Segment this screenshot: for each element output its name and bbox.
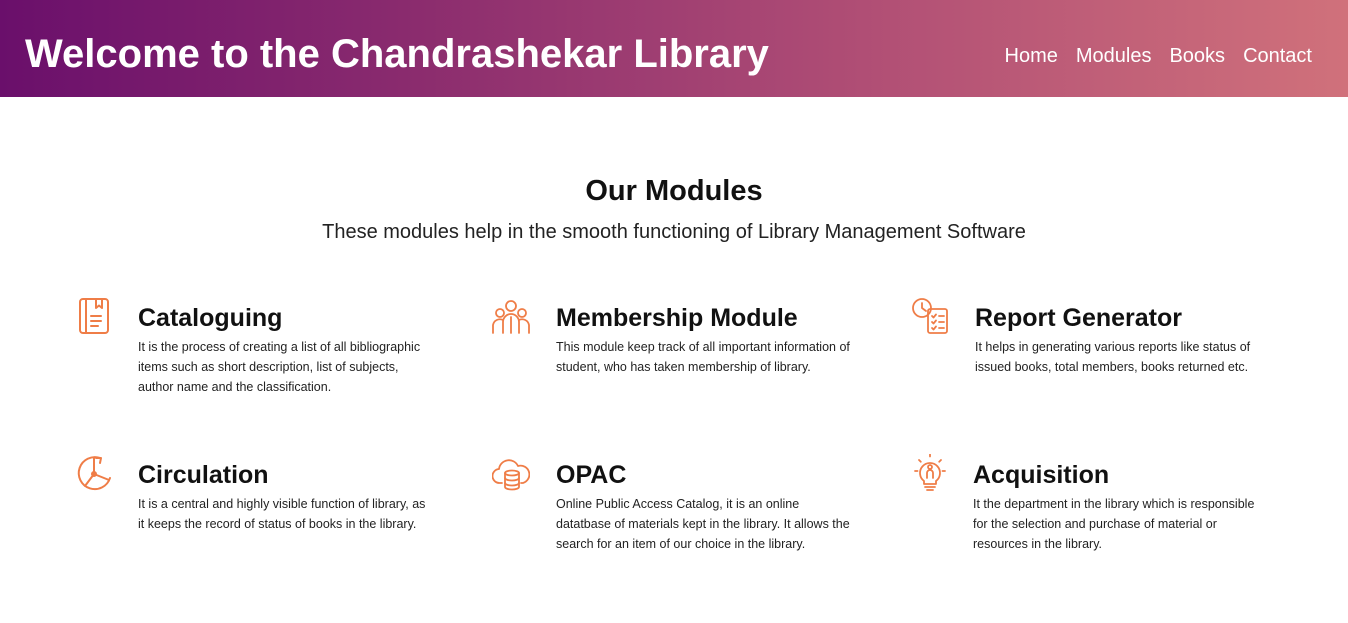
pie-refresh-icon [76,454,114,492]
section-title: Our Modules [585,175,763,207]
site-title: Welcome to the Chandrashekar Library [25,32,769,76]
module-description: It is the process of creating a list of … [138,340,421,394]
report-clock-icon [911,297,949,335]
module-description: It the department in the library which i… [973,497,1255,551]
module-description: It is a central and highly visible funct… [138,497,426,531]
cloud-database-icon [492,454,530,492]
nav-books-link[interactable]: Books [1169,43,1225,69]
module-title: Acquisition [973,461,1110,489]
main-nav: Home Modules Books Contact [1005,43,1313,69]
module-title: Circulation [138,461,269,489]
nav-modules-link[interactable]: Modules [1076,43,1152,69]
nav-contact-link[interactable]: Contact [1243,43,1312,69]
module-description: This module keep track of all important … [556,340,850,374]
people-icon [492,297,530,335]
module-description: Online Public Access Catalog, it is an o… [556,497,850,551]
module-title: Cataloguing [138,304,283,332]
nav-home-link[interactable]: Home [1005,43,1058,69]
module-title: Report Generator [975,304,1182,332]
lightbulb-person-icon [911,454,949,492]
module-description: It helps in generating various reports l… [975,340,1251,374]
section-subtitle: These modules help in the smooth functio… [322,221,1026,243]
site-header: Welcome to the Chandrashekar Library Hom… [0,0,1348,97]
book-icon [76,297,114,335]
module-title: OPAC [556,461,627,489]
module-title: Membership Module [556,304,798,332]
